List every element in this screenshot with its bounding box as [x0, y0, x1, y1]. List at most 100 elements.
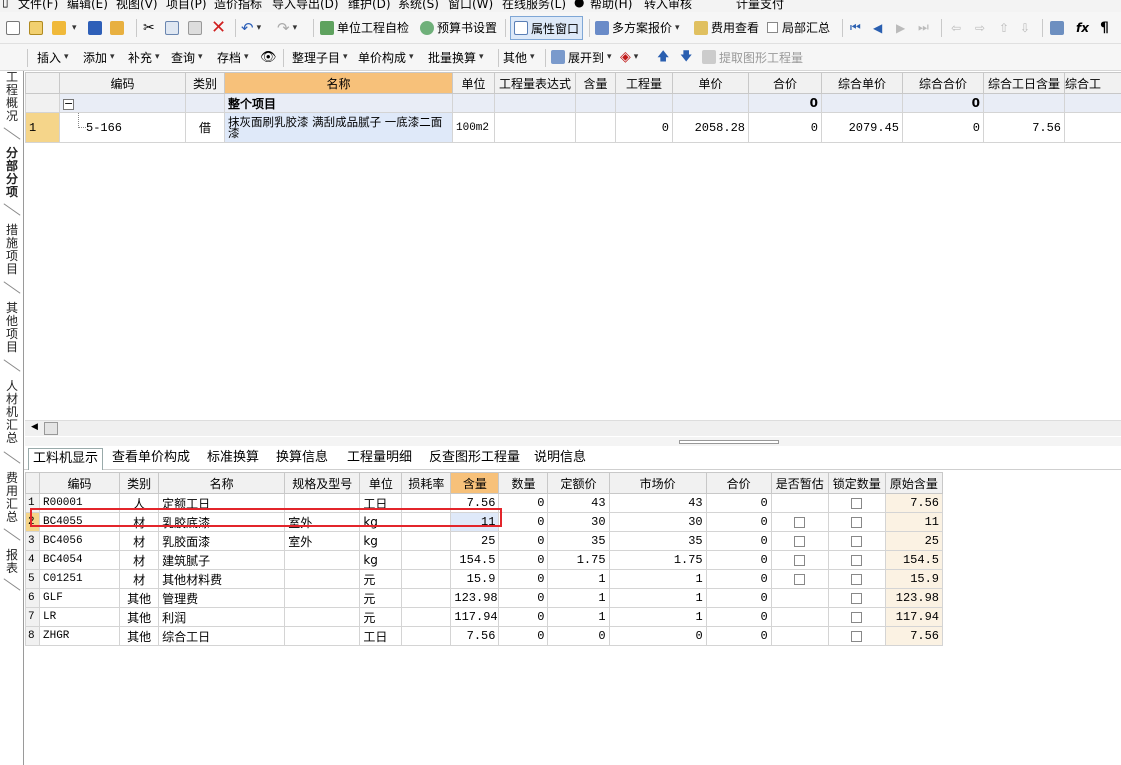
row-spec[interactable]: [284, 626, 361, 646]
row-market-price[interactable]: 1: [608, 588, 707, 608]
tab-quantity-detail[interactable]: 工程量明细: [343, 448, 416, 470]
partial-summary-toggle[interactable]: 局部汇总: [767, 12, 830, 43]
menu-maintain[interactable]: 维护(D): [348, 0, 391, 12]
col-qty-expr[interactable]: 工程量表达式: [494, 72, 576, 94]
unit-price-composition-button[interactable]: 单价构成 ▾: [358, 44, 414, 70]
row-loss-rate[interactable]: [401, 607, 452, 627]
row-unit[interactable]: 100m2: [452, 112, 495, 143]
fee-view-button[interactable]: 费用查看: [694, 12, 759, 43]
row-quota-price[interactable]: 0: [547, 626, 610, 646]
calculator-icon[interactable]: [1050, 12, 1067, 43]
row-code[interactable]: GLF: [38, 588, 121, 608]
collapse-icon[interactable]: −: [63, 98, 74, 110]
row-total[interactable]: 0: [705, 607, 772, 627]
row-unit-price[interactable]: 2058.28: [672, 112, 749, 143]
extract-graphic-qty-button[interactable]: 提取图形工程量: [702, 44, 803, 70]
row-estimate-checkbox[interactable]: [770, 588, 829, 608]
row-lock-checkbox[interactable]: [827, 531, 886, 551]
move-left-icon[interactable]: ⇦: [951, 12, 961, 43]
row-code[interactable]: BC4056: [38, 531, 121, 551]
row-lock-checkbox[interactable]: [827, 588, 886, 608]
col-comp-labor[interactable]: 综合工: [1064, 72, 1121, 94]
row-unit[interactable]: 工日: [359, 626, 403, 646]
col-total[interactable]: 合价: [705, 472, 772, 494]
move-up-arrow-icon[interactable]: 🡅: [657, 44, 669, 70]
query-button[interactable]: 查询 ▾: [171, 44, 203, 70]
formula-icon[interactable]: fx: [1076, 12, 1089, 43]
add-button[interactable]: 添加 ▾: [83, 44, 115, 70]
move-up-icon[interactable]: ⇧: [999, 12, 1009, 43]
multi-quote-button[interactable]: 多方案报价 ▾: [595, 12, 680, 43]
move-down-icon[interactable]: ⇩: [1020, 12, 1030, 43]
budget-setting-button[interactable]: 预算书设置: [420, 12, 497, 43]
row-content[interactable]: 7.56: [450, 626, 500, 646]
row-loss-rate[interactable]: [401, 569, 452, 589]
table-row[interactable]: 6 GLF 其他 管理费元 123.98 0 1 1 0 123.98: [25, 588, 944, 608]
tab-reverse-graphic-qty[interactable]: 反查图形工程量: [425, 448, 524, 470]
row-type[interactable]: 其他: [119, 607, 160, 627]
col-code[interactable]: 编码: [38, 472, 121, 494]
row-type[interactable]: 材: [119, 550, 160, 570]
menu-edit[interactable]: 编辑(E): [67, 0, 108, 12]
col-quantity[interactable]: 工程量: [615, 72, 673, 94]
row-unit[interactable]: kg: [359, 531, 403, 551]
row-quantity[interactable]: 0: [498, 550, 549, 570]
new-file-icon[interactable]: [29, 12, 46, 43]
row-name[interactable]: 乳胶面漆: [158, 531, 286, 551]
row-total[interactable]: 0: [705, 588, 772, 608]
row-unit[interactable]: 元: [359, 588, 403, 608]
last-record-icon[interactable]: ⏭: [918, 12, 929, 43]
row-name[interactable]: 抹灰面刷乳胶漆 满刮成品腻子 一底漆二面漆: [224, 112, 453, 143]
col-lock-qty[interactable]: 锁定数量: [827, 472, 886, 494]
supplement-button[interactable]: 补充 ▾: [128, 44, 160, 70]
row-name[interactable]: 利润: [158, 607, 286, 627]
table-row[interactable]: 1 5-166 借 抹灰面刷乳胶漆 满刮成品腻子 一底漆二面漆 100m2 0 …: [25, 112, 1121, 143]
undo-icon[interactable]: ↶ ▾: [241, 12, 261, 43]
table-row[interactable]: 7 LR 其他 利润元 117.94 0 1 1 0 117.94: [25, 607, 944, 627]
nav-other-items[interactable]: 其他项目: [0, 302, 24, 354]
col-unit[interactable]: 单位: [452, 72, 495, 94]
scroll-left-icon[interactable]: ◀: [31, 422, 38, 432]
row-lock-checkbox[interactable]: [827, 493, 886, 513]
row-type[interactable]: 材: [119, 569, 160, 589]
row-quantity[interactable]: 0: [615, 112, 673, 143]
paste-icon[interactable]: [188, 12, 205, 43]
row-spec[interactable]: [284, 588, 361, 608]
table-row[interactable]: 8 ZHGR 其他 综合工日 工日 7.56 0 0 0 0 7.56: [25, 626, 944, 646]
col-comp-total[interactable]: 综合合价: [902, 72, 984, 94]
copy-icon[interactable]: [165, 12, 182, 43]
row-total[interactable]: 0: [705, 550, 772, 570]
col-original-content[interactable]: 原始含量: [884, 472, 944, 494]
row-quota-price[interactable]: 1: [547, 588, 610, 608]
tab-labor-material[interactable]: 工料机显示: [28, 448, 104, 470]
row-market-price[interactable]: 1: [608, 607, 707, 627]
row-content[interactable]: 117.94: [450, 607, 500, 627]
menu-file[interactable]: 文件(F): [18, 0, 58, 12]
archive-button[interactable]: 存档 ▾: [217, 44, 249, 70]
row-name[interactable]: 综合工日: [158, 626, 286, 646]
folder-icon[interactable]: [110, 12, 127, 43]
save-icon[interactable]: [88, 12, 105, 43]
other-button[interactable]: 其他 ▾: [503, 44, 535, 70]
row-content[interactable]: 15.9: [450, 569, 500, 589]
row-content[interactable]: 25: [450, 531, 500, 551]
row-market-price[interactable]: 1.75: [608, 550, 707, 570]
table-row[interactable]: 5 C01251 材其他材料费元 15.9 0 1 1 0 15.9: [25, 569, 944, 589]
batch-convert-button[interactable]: 批量换算 ▾: [428, 44, 484, 70]
row-name[interactable]: 管理费: [158, 588, 286, 608]
menu-review[interactable]: 转入审核: [644, 0, 692, 12]
row-spec[interactable]: [284, 569, 361, 589]
col-loss-rate[interactable]: 损耗率: [401, 472, 452, 494]
row-name[interactable]: 建筑腻子: [158, 550, 286, 570]
col-type[interactable]: 类别: [185, 72, 225, 94]
row-total[interactable]: 0: [705, 531, 772, 551]
row-quota-price[interactable]: 1: [547, 569, 610, 589]
next-record-icon[interactable]: ▶: [896, 12, 905, 43]
col-market-price[interactable]: 市场价: [608, 472, 707, 494]
row-loss-rate[interactable]: [401, 626, 452, 646]
menu-view[interactable]: 视图(V): [116, 0, 158, 12]
col-comp-unit-price[interactable]: 综合单价: [821, 72, 903, 94]
row-lock-checkbox[interactable]: [827, 607, 886, 627]
col-name[interactable]: 名称: [224, 72, 453, 94]
row-loss-rate[interactable]: [401, 531, 452, 551]
